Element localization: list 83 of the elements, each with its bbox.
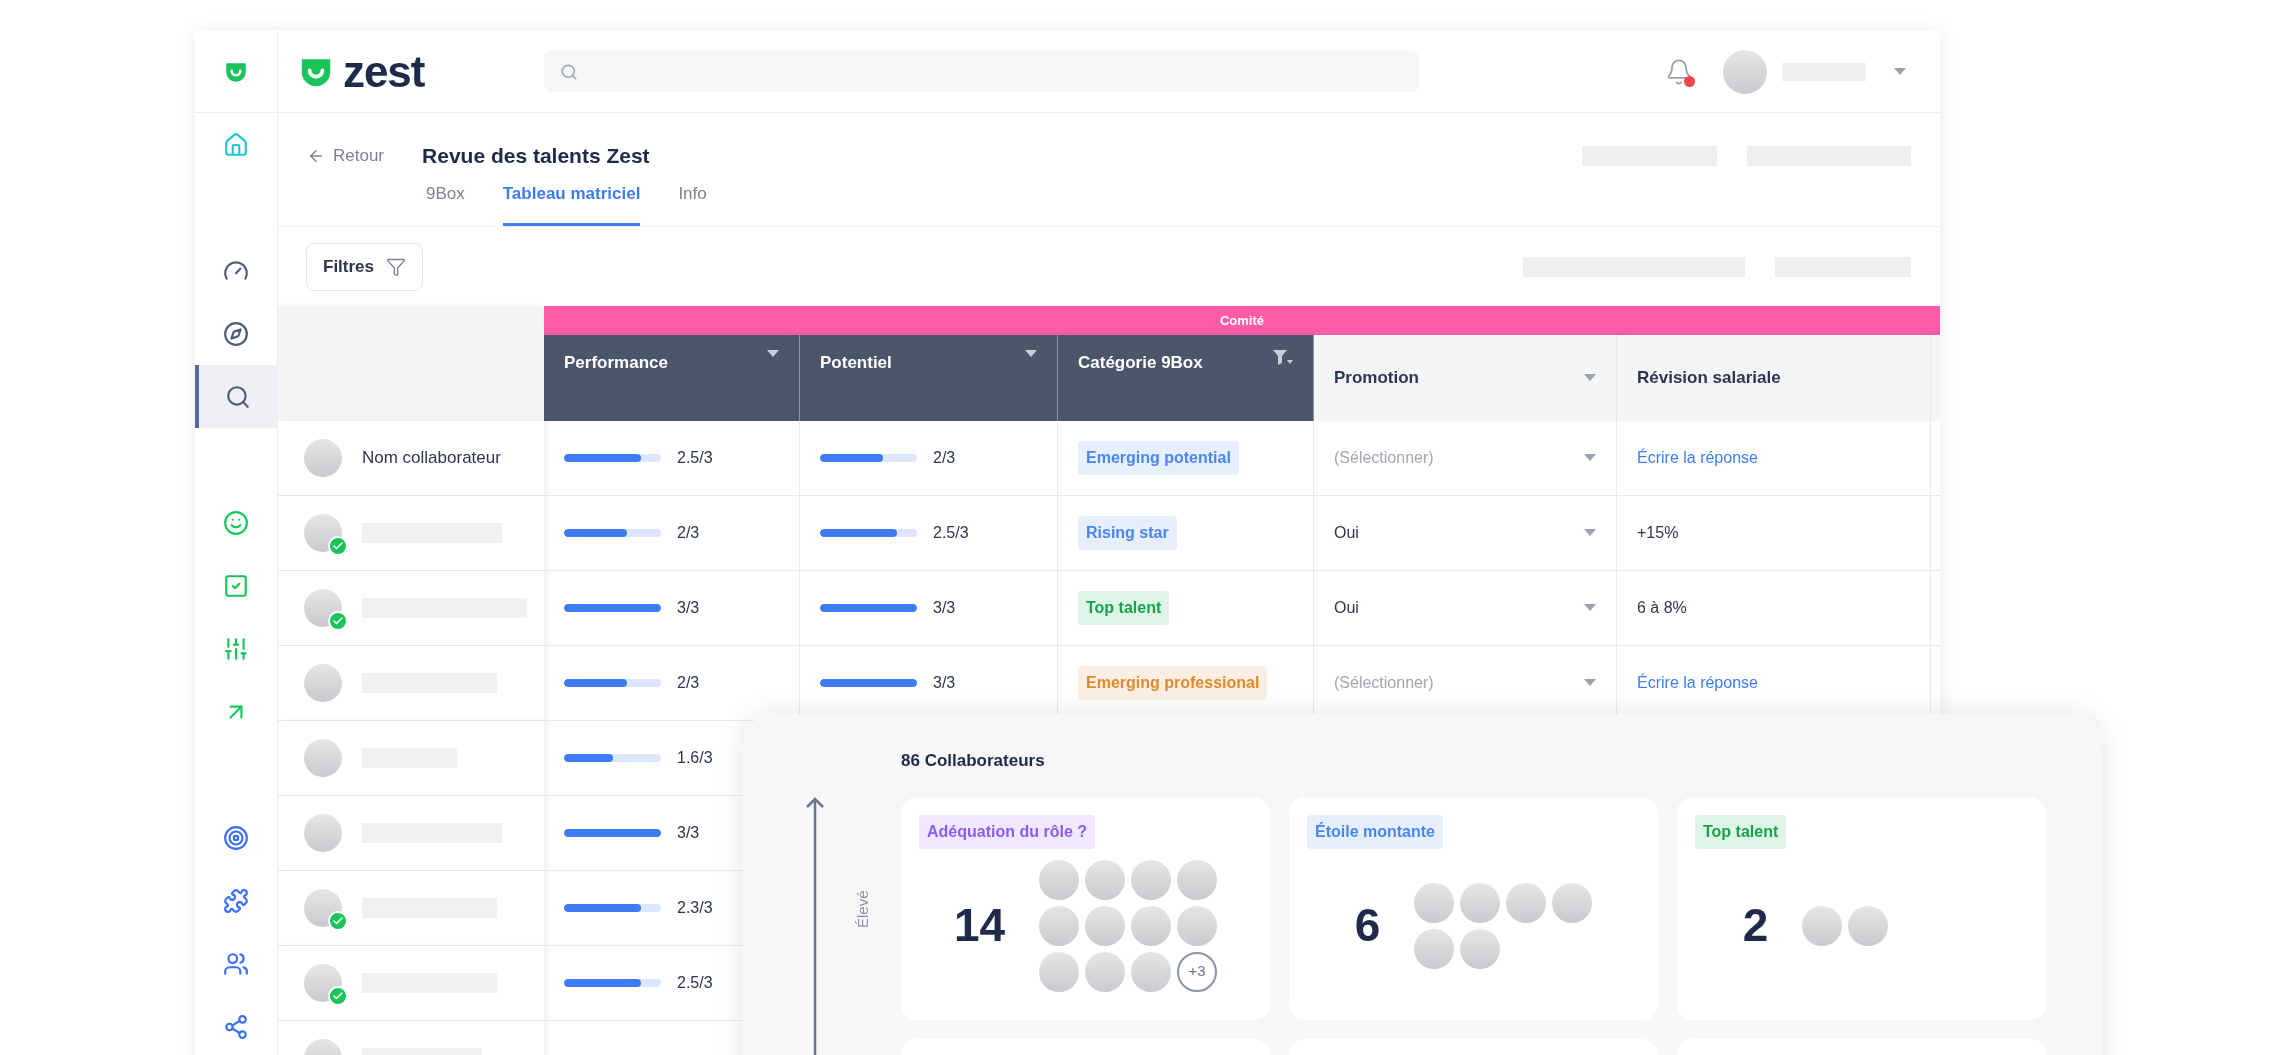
answer-link[interactable]: Écrire la réponse bbox=[1637, 671, 1758, 695]
score-text: 2/3 bbox=[677, 523, 700, 543]
notification-button[interactable] bbox=[1665, 57, 1693, 86]
caret-icon bbox=[1584, 454, 1596, 462]
search-icon bbox=[225, 383, 251, 410]
user-menu[interactable] bbox=[1723, 49, 1906, 94]
page-title: Revue des talents Zest bbox=[422, 143, 650, 170]
category-label: Adéquation du rôle ? bbox=[919, 815, 1095, 849]
count-text: 14 bbox=[953, 898, 1006, 953]
score-text: 3/3 bbox=[933, 598, 956, 618]
smiley-icon bbox=[223, 509, 249, 536]
avatar-photo bbox=[304, 664, 342, 702]
tab[interactable]: Info bbox=[678, 180, 707, 226]
category-tag: Rising star bbox=[1078, 516, 1177, 550]
back-link[interactable]: Retour bbox=[307, 143, 385, 169]
tab[interactable]: Tableau matriciel bbox=[502, 180, 641, 226]
column-header[interactable]: Révision salariale bbox=[1617, 335, 1931, 421]
salary-revision-text: 6 à 8% bbox=[1637, 598, 1687, 618]
filters-button[interactable]: Filtres bbox=[306, 242, 424, 291]
search-field[interactable] bbox=[544, 51, 1419, 92]
score-text: 2/3 bbox=[933, 448, 956, 468]
score-text: 3/3 bbox=[933, 673, 956, 693]
checkbox-icon bbox=[223, 572, 249, 599]
column-header[interactable]: Promotion bbox=[1314, 335, 1617, 421]
bell-icon bbox=[1665, 57, 1693, 86]
column-header[interactable]: Performance bbox=[544, 335, 800, 421]
sidebar-item[interactable] bbox=[195, 365, 277, 428]
filter-icon bbox=[386, 256, 407, 277]
caret-icon bbox=[1584, 529, 1596, 537]
caret-icon bbox=[1894, 67, 1906, 76]
caret-icon bbox=[1584, 679, 1596, 687]
home-icon bbox=[223, 131, 249, 158]
category-tag: Top talent bbox=[1078, 591, 1170, 625]
caret-icon bbox=[1584, 374, 1596, 382]
count-text: 6 bbox=[1354, 898, 1381, 953]
answer-link[interactable]: Écrire la réponse bbox=[1637, 446, 1758, 470]
axis-label: Élevé bbox=[852, 890, 872, 928]
avatar-photo bbox=[304, 814, 342, 852]
search-icon bbox=[560, 62, 578, 81]
avatar-photo bbox=[304, 889, 342, 927]
avatar-photo bbox=[304, 739, 342, 777]
score-text: 1.6/3 bbox=[677, 748, 713, 768]
panel-title: 86 Collaborateurs bbox=[901, 750, 1046, 770]
employee-name: Nom collaborateur bbox=[362, 447, 501, 470]
users-icon bbox=[223, 950, 249, 977]
column-header[interactable]: Potentiel bbox=[800, 335, 1058, 421]
promotion-select[interactable]: Oui bbox=[1334, 596, 1596, 620]
avatar-photo bbox=[304, 514, 342, 552]
score-text: 2.5/3 bbox=[933, 523, 969, 543]
more-avatars-count: +3 bbox=[1177, 951, 1218, 992]
score-text: 3/3 bbox=[677, 598, 700, 618]
category-label: Étoile montante bbox=[1307, 815, 1443, 849]
score-text: 2.5/3 bbox=[677, 973, 713, 993]
group-header: Comité bbox=[544, 306, 1940, 335]
logo-text: zest bbox=[343, 49, 425, 94]
category-card[interactable]: Adéquation du rôle ? 14 +3 bbox=[901, 797, 1270, 1020]
score-text: 3/3 bbox=[677, 823, 700, 843]
score-text: 2.3/3 bbox=[677, 898, 713, 918]
target-icon bbox=[223, 824, 249, 851]
category-label: Top talent bbox=[1695, 815, 1787, 849]
compass-icon bbox=[223, 320, 249, 347]
caret-icon bbox=[767, 350, 779, 358]
category-card[interactable]: Top talent 2 bbox=[1677, 797, 2046, 1020]
puzzle-icon bbox=[223, 887, 249, 914]
salary-revision-text: +15% bbox=[1637, 523, 1679, 543]
promotion-select[interactable]: Oui bbox=[1334, 521, 1596, 545]
avatar-photo bbox=[1723, 49, 1767, 94]
tab[interactable]: 9Box bbox=[426, 180, 465, 226]
avatar-photo bbox=[304, 439, 342, 477]
score-text: 2/3 bbox=[677, 673, 700, 693]
sliders-icon bbox=[223, 635, 249, 662]
caret-icon bbox=[1025, 350, 1037, 358]
network-icon bbox=[223, 1013, 249, 1040]
caret-icon bbox=[1584, 604, 1596, 612]
filter-sort-icon bbox=[1273, 350, 1293, 366]
count-text: 2 bbox=[1742, 898, 1769, 953]
category-tag: Emerging professional bbox=[1078, 666, 1268, 700]
avatar-photo bbox=[304, 964, 342, 1002]
column-header[interactable]: Catégorie 9Box bbox=[1058, 335, 1314, 421]
avatar-photo bbox=[304, 589, 342, 627]
category-card[interactable]: Étoile montante 6 bbox=[1289, 797, 1658, 1020]
category-tag: Emerging potential bbox=[1078, 441, 1239, 475]
score-text: 2.5/3 bbox=[677, 448, 713, 468]
